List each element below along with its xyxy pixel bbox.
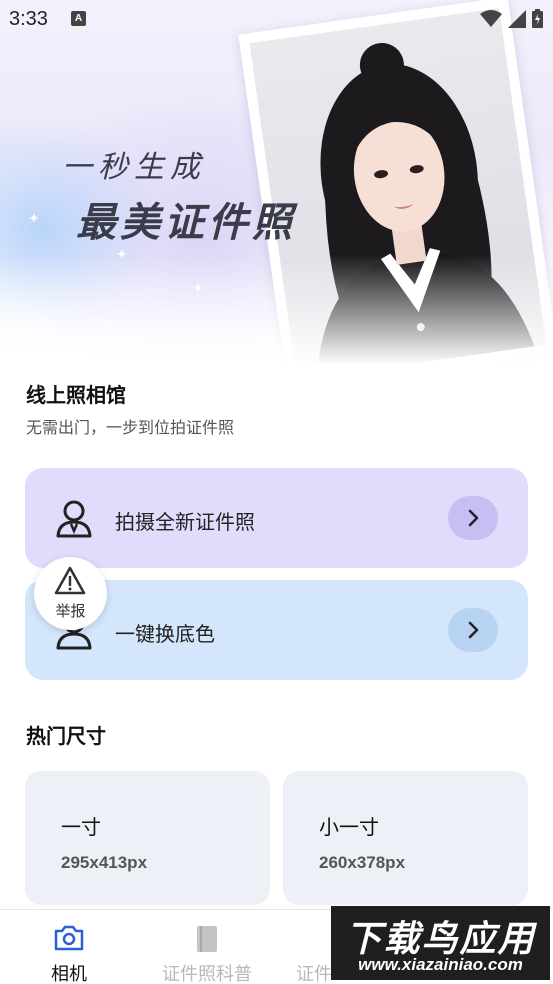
size-name: 小一寸 bbox=[319, 817, 379, 839]
hero-fade bbox=[0, 255, 553, 365]
size-card-small-one-inch[interactable]: 小一寸 260x378px bbox=[283, 771, 528, 905]
notification-icon: A bbox=[71, 11, 86, 26]
book-icon bbox=[197, 926, 217, 952]
hero-headline: 最美证件照 bbox=[76, 199, 296, 246]
status-icons bbox=[480, 9, 543, 28]
size-name: 一寸 bbox=[61, 817, 101, 839]
chevron-right-icon[interactable] bbox=[448, 496, 498, 540]
section-title: 线上照相馆 bbox=[26, 385, 126, 407]
change-background-label: 一键换底色 bbox=[115, 624, 215, 646]
size-dimensions: 295x413px bbox=[61, 853, 148, 872]
chevron-right-icon[interactable] bbox=[448, 608, 498, 652]
hero-tagline: 一秒生成 bbox=[62, 150, 206, 185]
status-time: 3:33 bbox=[9, 8, 48, 30]
person-icon bbox=[56, 500, 92, 538]
size-card-one-inch[interactable]: 一寸 295x413px bbox=[25, 771, 270, 905]
signal-icon bbox=[508, 9, 526, 28]
new-photo-button[interactable]: 拍摄全新证件照 bbox=[25, 468, 528, 568]
nav-label: 相机 bbox=[51, 964, 87, 984]
nav-item-camera[interactable]: 相机 bbox=[0, 910, 138, 984]
battery-icon bbox=[532, 9, 543, 28]
nav-item-knowledge[interactable]: 证件照科普 bbox=[138, 910, 276, 984]
report-button[interactable]: 举报 bbox=[34, 557, 107, 630]
report-label: 举报 bbox=[55, 603, 86, 620]
status-bar: 3:33 A bbox=[0, 0, 553, 38]
warning-icon bbox=[54, 566, 86, 595]
camera-icon bbox=[54, 925, 84, 951]
new-photo-label: 拍摄全新证件照 bbox=[115, 512, 255, 534]
size-dimensions: 260x378px bbox=[319, 853, 406, 872]
sparkle-icon: ✦ bbox=[28, 210, 40, 226]
hero-banner: ✦ ✦ ✦ 一秒生成 最美证件照 bbox=[0, 0, 553, 365]
watermark-logo: 下载鸟应用 www.xiazainiao.com bbox=[331, 906, 550, 980]
wifi-icon bbox=[480, 9, 502, 27]
hot-sizes-title: 热门尺寸 bbox=[26, 726, 106, 748]
section-subtitle: 无需出门，一步到位拍证件照 bbox=[26, 420, 235, 437]
nav-label: 证件照科普 bbox=[162, 964, 252, 984]
watermark-url: www.xiazainiao.com bbox=[358, 955, 523, 974]
